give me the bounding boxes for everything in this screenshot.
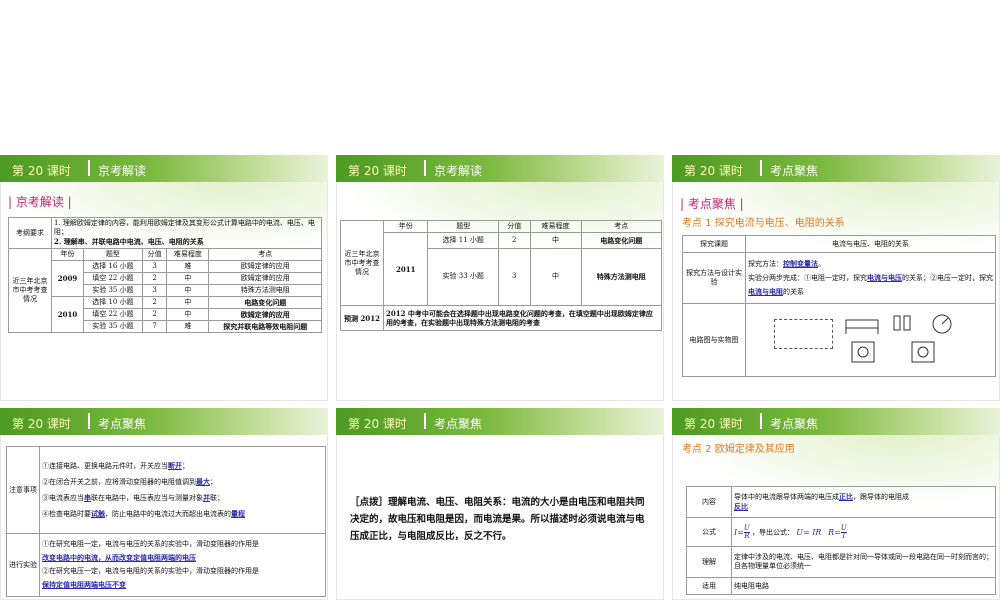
formula: I= U R ，导出公式： U= IR R= U I [731, 517, 996, 547]
exam-table: 近三年北京市中考考查情况 年份 题型 分值 难易程度 考点 2011 选择 11 小题 2 中… [340, 220, 663, 331]
topic-table: 探究课题 电流与电压、电阻的关系 探究方法与设计实验 探究方法：控制变量法。 实验… [682, 235, 996, 377]
table-row: 近三年北京市中考考查情况 年份 题型 分值 难易程度 考点 [340, 220, 663, 306]
lesson-number: 第 20 课时 [684, 417, 743, 431]
slide-3[interactable]: 第 20 课时 考点聚焦 | 考点聚焦 | 考点 1 探究电流与电压、电阻的关系… [672, 155, 1000, 401]
table-row: 理解 定律中涉及的电流、电压、电阻都是针对同一导体或同一段电路在同一时刻而言的；且… [686, 546, 996, 578]
table-row: 考纲要求 1. 理解欧姆定律的内容，能利用欧姆定律及其变形公式计算电路中的电流、… [8, 217, 322, 249]
point-title: 考点 2 欧姆定律及其应用 [682, 444, 795, 455]
notes-table: 注意事项 ①连接电路、更换电路元件时，开关应当断开； ②在闭合开关之前，应将滑动… [6, 446, 326, 597]
tip-paragraph: ［点拨］理解电流、电压、电阻关系：电流的大小是由电压和电阻共同决定的，故电压和电… [350, 497, 645, 542]
slide-2[interactable]: 第 20 课时 京考解读 近三年北京市中考考查情况 年份 题型 分值 难易程度 考点 2… [336, 155, 664, 401]
table-row: 电路图与实物图 [682, 303, 996, 377]
slide-header: 第 20 课时 京考解读 [0, 155, 328, 182]
slide-5[interactable]: 第 20 课时 考点聚焦 ［点拨］理解电流、电压、电阻关系：电流的大小是由电压和… [336, 408, 664, 600]
section-title: | 京考解读 | [8, 195, 72, 209]
table-row: 近三年北京市中考考查情况 年份 题型 分值 难易程度 考点 [8, 248, 322, 333]
lesson-number: 第 20 课时 [12, 417, 71, 431]
table-row: 适用 纯电阻电路 [686, 577, 996, 595]
slide-title: 考点聚焦 [770, 164, 819, 178]
apparatus-icon [845, 314, 952, 363]
slide-title: 考点聚焦 [434, 417, 483, 431]
table-row: 公式 I= U R ，导出公式： U= IR R= U I [686, 517, 996, 547]
table-row: 探究课题 电流与电压、电阻的关系 [682, 235, 996, 253]
law-table: 内容 导体中的电流跟导体两端的电压成正比，跟导体的电阻成 反比 公式 I= U R ，… [686, 486, 996, 595]
table-row: 2010 选择 10 小题 2 中电路变化问题 [9, 296, 322, 333]
circuit-diagram-placeholder [774, 319, 833, 349]
slide-4[interactable]: 第 20 课时 考点聚焦 注意事项 ①连接电路、更换电路元件时，开关应当断开； … [0, 408, 328, 600]
table-row: 注意事项 ①连接电路、更换电路元件时，开关应当断开； ②在闭合开关之前，应将滑动… [6, 446, 326, 534]
lesson-number: 第 20 课时 [348, 417, 407, 431]
slide-title: 考点聚焦 [770, 417, 819, 431]
slide-1[interactable]: 第 20 课时 京考解读 | 京考解读 | 考纲要求 1. 理解欧姆定律的内容，… [0, 155, 328, 401]
section-title: | 考点聚焦 | [680, 197, 744, 211]
slide-title: 考点聚焦 [98, 417, 147, 431]
table-row: 预测 2012 2012 中考中可能会在选择题中出现电路变化问题的考查，在填空题中… [340, 305, 662, 331]
slide-title: 京考解读 [98, 164, 147, 178]
table-row: 2009 选择 16 小题 3 难欧姆定律的应用 [9, 260, 322, 297]
slide-6[interactable]: 第 20 课时 考点聚焦 考点 2 欧姆定律及其应用 内容 导体中的电流跟导体两… [672, 408, 1000, 600]
exam-table: 考纲要求 1. 理解欧姆定律的内容，能利用欧姆定律及其变形公式计算电路中的电流、… [8, 217, 322, 333]
circuit-figure [745, 303, 996, 377]
lesson-number: 第 20 课时 [12, 164, 71, 178]
slide-header: 第 20 课时 考点聚焦 [672, 408, 1000, 435]
table-row: 探究方法与设计实验 探究方法：控制变量法。 实验分两步完成：①电阻一定时，探究电… [682, 252, 996, 304]
lesson-number: 第 20 课时 [348, 164, 407, 178]
table-row: 2011 选择 11 小题 2 中电路变化问题 [341, 232, 663, 306]
slide-title: 京考解读 [434, 164, 483, 178]
slide-header: 第 20 课时 考点聚焦 [336, 408, 664, 435]
slide-header: 第 20 课时 考点聚焦 [672, 155, 1000, 182]
table-row: 进行实验 ①在研究电阻一定，电流与电压的关系的实验中，滑动变阻器的作用是 改变电路… [6, 533, 326, 597]
lesson-number: 第 20 课时 [684, 164, 743, 178]
slide-header: 第 20 课时 考点聚焦 [0, 408, 328, 435]
slide-header: 第 20 课时 京考解读 [336, 155, 664, 182]
point-title: 考点 1 探究电流与电压、电阻的关系 [682, 218, 845, 229]
table-row: 内容 导体中的电流跟导体两端的电压成正比，跟导体的电阻成 反比 [686, 486, 996, 518]
